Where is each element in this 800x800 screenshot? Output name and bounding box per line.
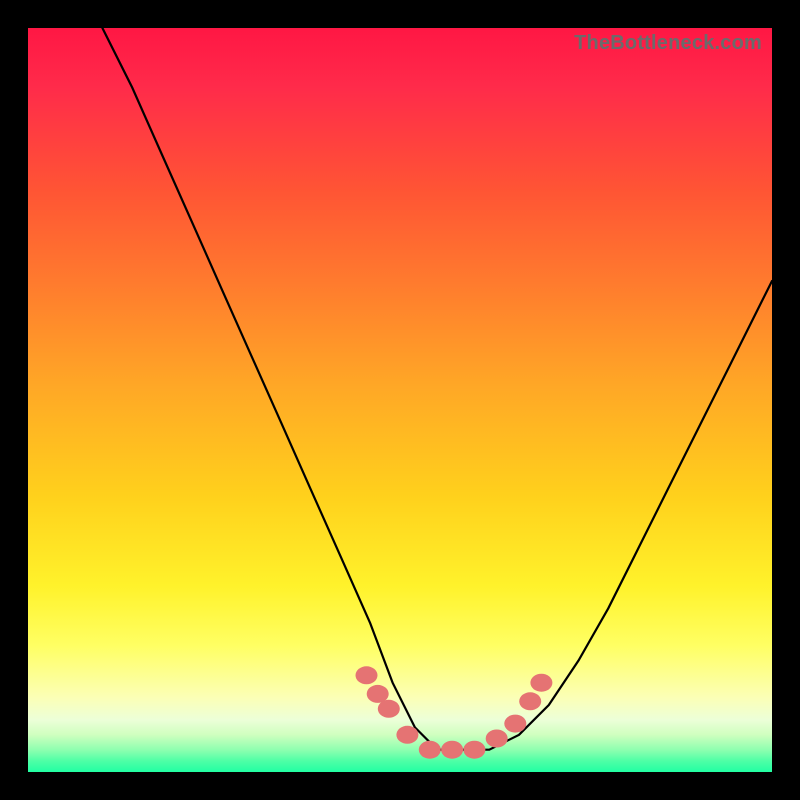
plot-area: TheBottleneck.com — [28, 28, 772, 772]
highlight-dot — [378, 700, 400, 718]
highlight-dot — [504, 715, 526, 733]
highlight-dot — [419, 741, 441, 759]
bottleneck-curve — [102, 28, 772, 750]
highlight-dot — [367, 685, 389, 703]
highlight-dot — [463, 741, 485, 759]
curve-layer — [28, 28, 772, 772]
highlight-dot — [441, 741, 463, 759]
highlight-dot — [519, 692, 541, 710]
chart-frame: TheBottleneck.com — [0, 0, 800, 800]
highlight-dot — [356, 666, 378, 684]
highlight-dot — [486, 730, 508, 748]
highlight-dots — [356, 666, 553, 758]
highlight-dot — [396, 726, 418, 744]
highlight-dot — [530, 674, 552, 692]
